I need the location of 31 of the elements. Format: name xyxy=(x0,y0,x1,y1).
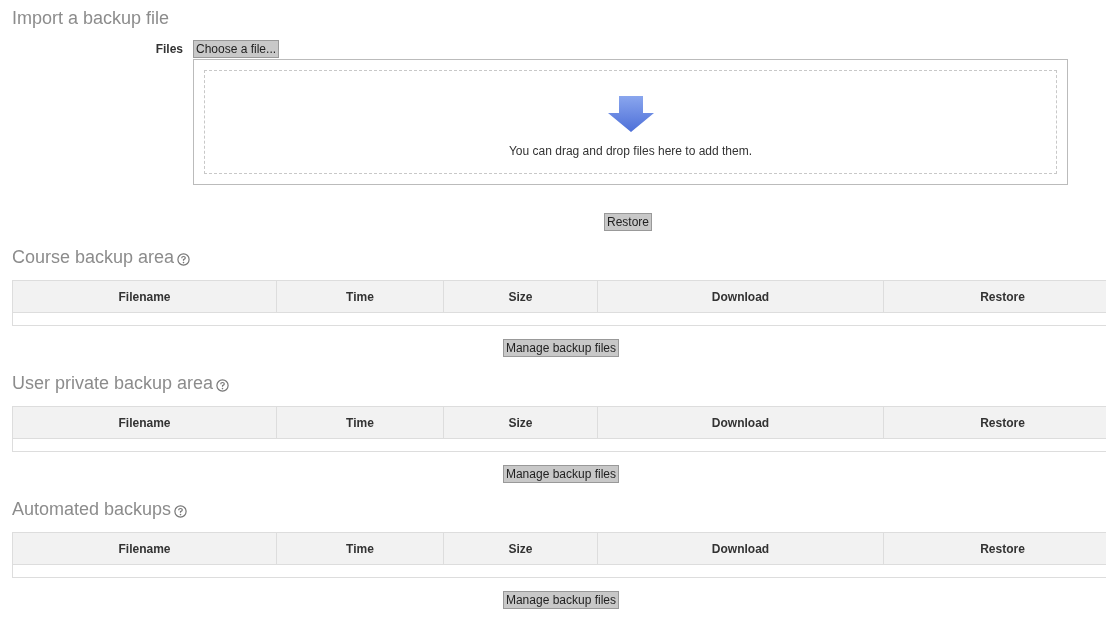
column-header: Size xyxy=(443,280,598,313)
column-header: Size xyxy=(443,532,598,565)
section-heading: Course backup area xyxy=(12,246,175,269)
column-header: Time xyxy=(276,532,444,565)
manage-backup-files-button[interactable]: Manage backup files xyxy=(502,591,620,609)
column-header: Download xyxy=(597,280,884,313)
column-header: Size xyxy=(443,406,598,439)
drop-zone[interactable]: You can drag and drop files here to add them. xyxy=(193,59,1068,185)
section-heading: Automated backups xyxy=(12,498,172,521)
column-header: Filename xyxy=(12,280,277,313)
choose-file-button[interactable]: Choose a file... xyxy=(193,40,280,58)
column-header: Time xyxy=(276,406,444,439)
column-header: Time xyxy=(276,280,444,313)
restore-button[interactable]: Restore xyxy=(604,213,652,231)
field-label: Files xyxy=(154,41,184,58)
download-arrow-icon xyxy=(607,96,654,132)
column-header: Download xyxy=(597,532,884,565)
manage-backup-files-button[interactable]: Manage backup files xyxy=(502,465,620,483)
drop-hint: You can drag and drop files here to add them. xyxy=(508,144,753,158)
column-header: Restore xyxy=(883,532,1106,565)
help-icon[interactable] xyxy=(177,252,191,266)
help-icon[interactable] xyxy=(174,504,188,518)
column-header: Restore xyxy=(883,406,1106,439)
column-header: Filename xyxy=(12,532,277,565)
help-icon[interactable] xyxy=(216,378,230,392)
manage-backup-files-button[interactable]: Manage backup files xyxy=(502,339,620,357)
section-heading: User private backup area xyxy=(12,372,214,395)
column-header: Filename xyxy=(12,406,277,439)
column-header: Restore xyxy=(883,280,1106,313)
column-header: Download xyxy=(597,406,884,439)
section-heading: Import a backup file xyxy=(12,7,171,30)
